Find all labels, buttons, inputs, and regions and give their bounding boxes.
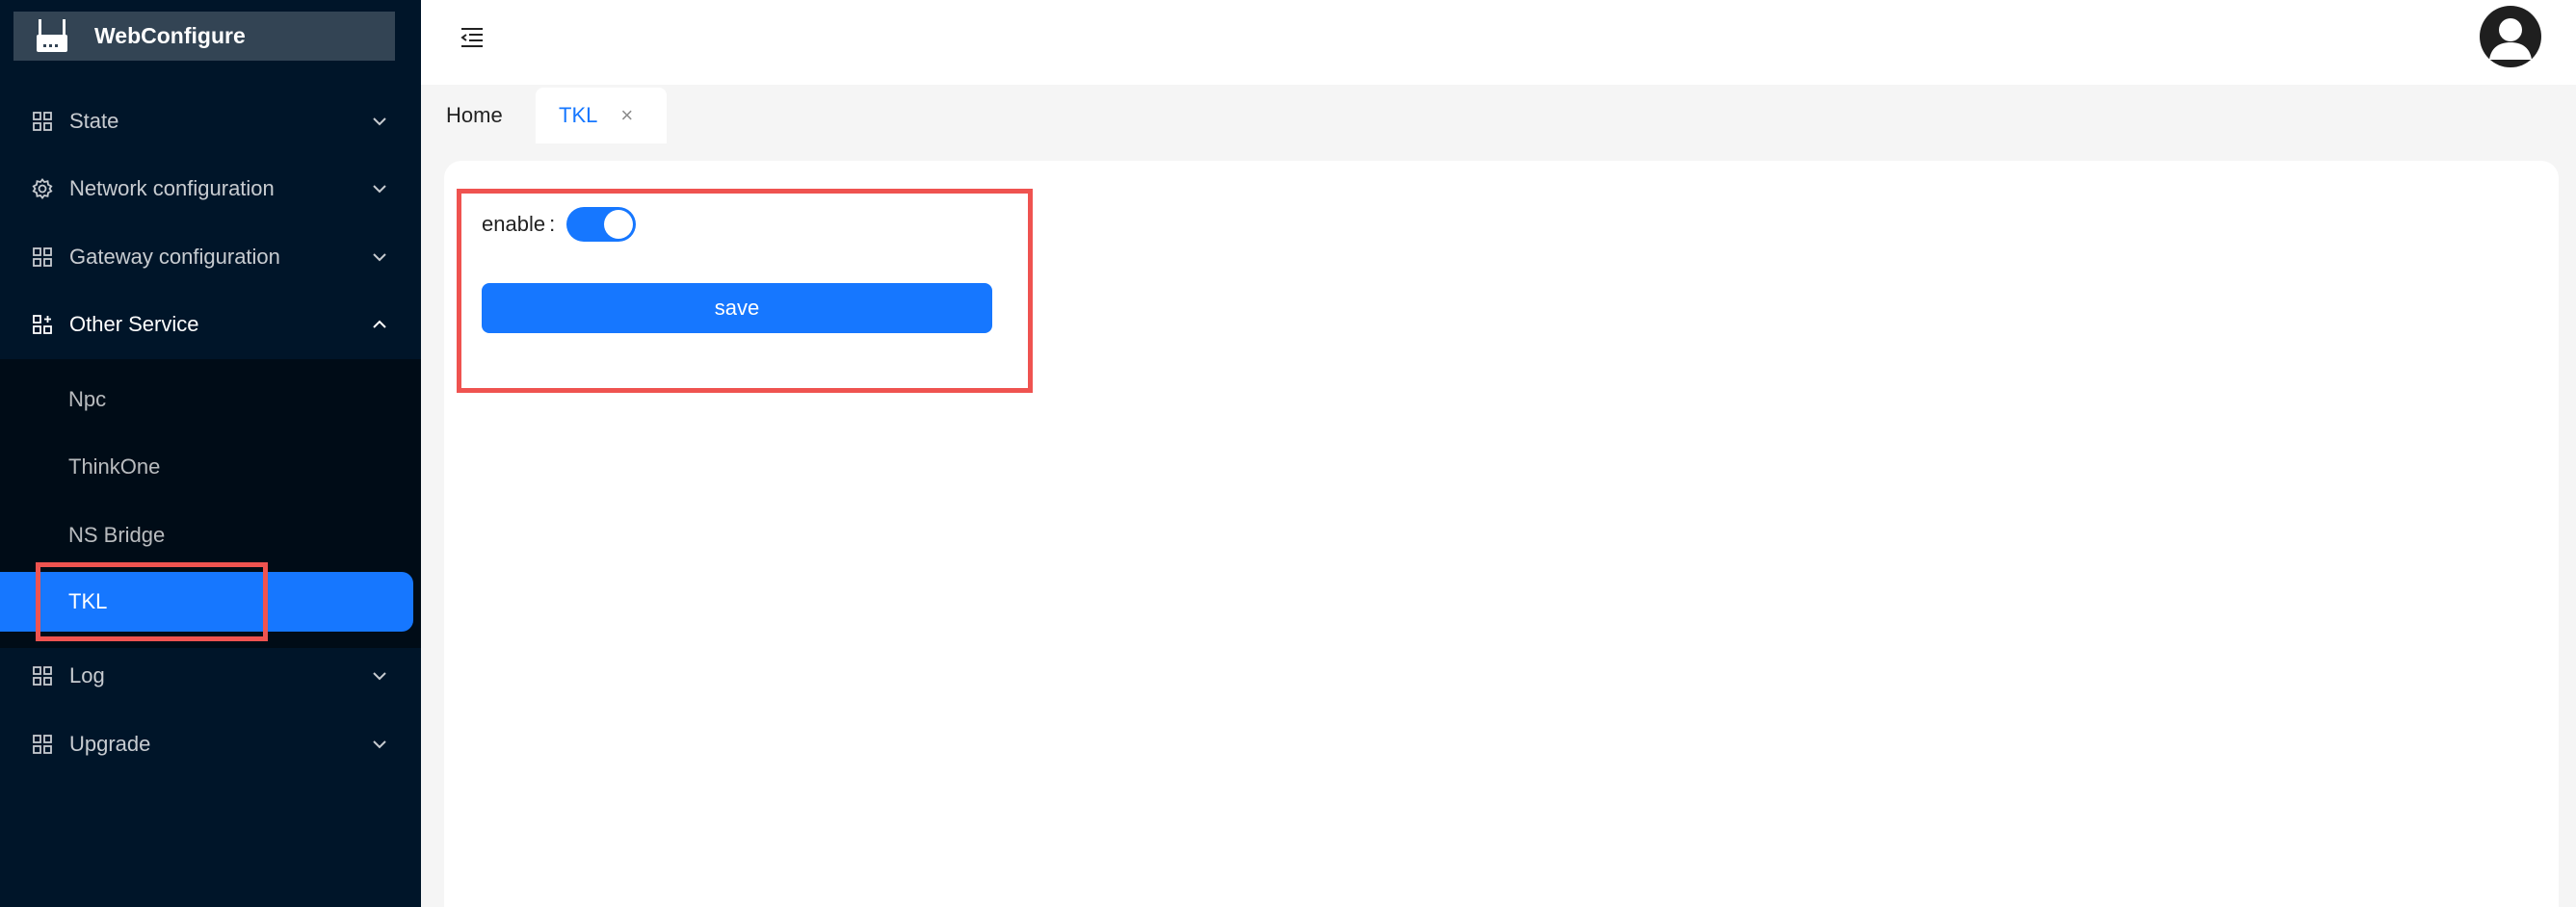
- chevron-down-icon: [373, 117, 386, 126]
- tab-tkl[interactable]: TKL ×: [536, 88, 667, 143]
- save-button[interactable]: save: [482, 283, 992, 333]
- toggle-knob: [604, 210, 634, 239]
- sidebar-item-other-service[interactable]: Other Service: [0, 293, 421, 356]
- sidebar: WebConfigure State Network configuration…: [0, 0, 421, 907]
- appstore-add-icon: [31, 313, 54, 336]
- sidebar-subitem-npc[interactable]: Npc: [0, 370, 421, 429]
- chevron-down-icon: [373, 185, 386, 194]
- sidebar-item-label: Gateway configuration: [69, 245, 280, 269]
- sidebar-subitem-ns-bridge[interactable]: NS Bridge: [0, 505, 421, 565]
- appstore-icon: [31, 246, 54, 269]
- content-panel: enable : save: [444, 161, 2559, 907]
- user-icon: [2480, 6, 2541, 67]
- enable-toggle[interactable]: [566, 207, 637, 242]
- chevron-down-icon: [373, 740, 386, 749]
- chevron-down-icon: [373, 253, 386, 262]
- top-header: [421, 0, 2576, 85]
- user-avatar[interactable]: [2478, 4, 2543, 69]
- sidebar-item-label: State: [69, 109, 119, 133]
- sidebar-item-label: TKL: [68, 589, 108, 613]
- sidebar-item-upgrade[interactable]: Upgrade: [0, 713, 421, 776]
- sidebar-item-label: Upgrade: [69, 732, 151, 756]
- sidebar-item-label: Log: [69, 663, 105, 687]
- submenu-other-service: Npc ThinkOne NS Bridge TKL: [0, 359, 421, 648]
- sidebar-subitem-tkl[interactable]: TKL: [0, 572, 413, 632]
- app-title: WebConfigure: [94, 23, 246, 48]
- router-icon: [37, 18, 67, 52]
- sidebar-item-label: Npc: [68, 387, 107, 411]
- sidebar-item-label: Network configuration: [69, 176, 275, 200]
- chevron-up-icon: [373, 320, 386, 328]
- tab-home[interactable]: Home: [423, 88, 533, 143]
- sidebar-item-state[interactable]: State: [0, 90, 421, 153]
- sidebar-item-label: ThinkOne: [68, 454, 161, 479]
- sidebar-item-network-configuration[interactable]: Network configuration: [0, 157, 421, 220]
- sidebar-subitem-thinkone[interactable]: ThinkOne: [0, 437, 421, 497]
- chevron-down-icon: [373, 672, 386, 681]
- tab-label: Home: [446, 103, 503, 127]
- appstore-icon: [31, 110, 54, 133]
- sidebar-item-label: NS Bridge: [68, 523, 166, 547]
- enable-label-colon: :: [549, 212, 556, 236]
- sidebar-item-log[interactable]: Log: [0, 644, 421, 708]
- appstore-icon: [31, 733, 54, 756]
- sidebar-item-label: Other Service: [69, 312, 199, 336]
- close-icon[interactable]: ×: [620, 103, 633, 128]
- enable-label: enable: [482, 212, 546, 236]
- sidebar-item-gateway-configuration[interactable]: Gateway configuration: [0, 225, 421, 289]
- tab-bar: Home TKL ×: [421, 85, 2576, 146]
- gear-icon: [31, 177, 54, 200]
- enable-form-row: enable :: [482, 207, 637, 242]
- app-logo[interactable]: WebConfigure: [13, 12, 395, 61]
- appstore-icon: [31, 664, 54, 687]
- menu-fold-icon[interactable]: [459, 24, 486, 51]
- tab-label: TKL: [559, 103, 598, 127]
